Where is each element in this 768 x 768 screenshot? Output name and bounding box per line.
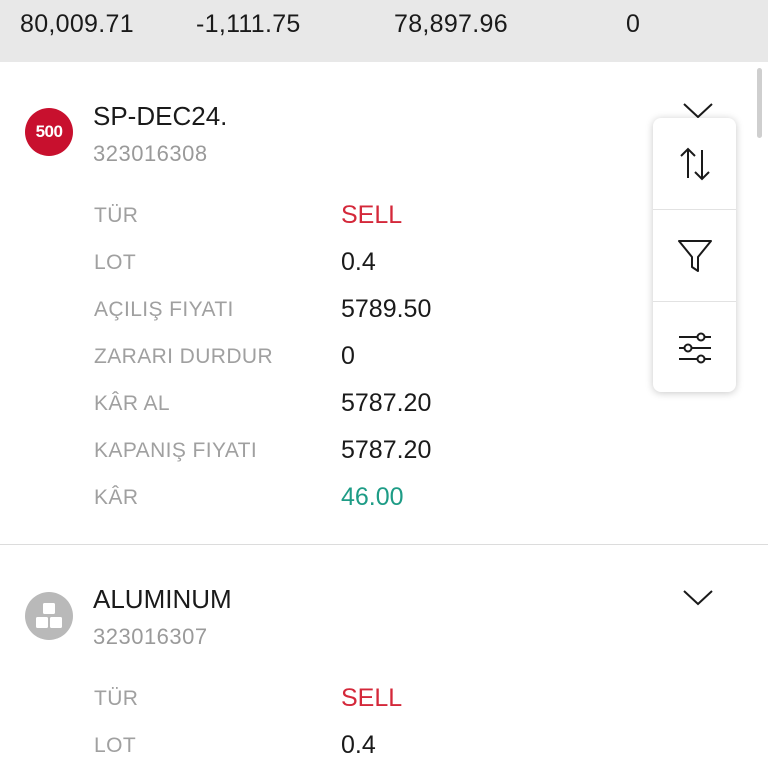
- row-value-profit: 46.00: [341, 483, 404, 511]
- row-value-lot: 0.4: [341, 731, 376, 759]
- row-value-type: SELL: [341, 201, 403, 229]
- row-label-lot: LOT: [94, 734, 137, 757]
- row-value-close-price: 5787.20: [341, 436, 432, 464]
- row-label-lot: LOT: [94, 251, 137, 274]
- summary-equity: 78,897.96: [394, 10, 508, 38]
- position-symbol: SP-DEC24.: [93, 101, 228, 131]
- chevron-down-icon[interactable]: [681, 587, 715, 609]
- row-label-take-profit: KÂR AL: [94, 392, 170, 415]
- settings-button[interactable]: [653, 302, 736, 393]
- position-ticket: 323016308: [93, 141, 208, 166]
- filter-button[interactable]: [653, 210, 736, 301]
- row-value-lot: 0.4: [341, 248, 376, 276]
- sp500-badge-icon: 500: [25, 108, 73, 156]
- row-label-stop-loss: ZARARI DURDUR: [94, 345, 274, 368]
- summary-balance: 80,009.71: [20, 10, 134, 38]
- row-label-close-price: KAPANIŞ FIYATI: [94, 439, 258, 462]
- position-ticket: 323016307: [93, 624, 208, 649]
- row-label-open-price: AÇILIŞ FIYATI: [94, 298, 234, 321]
- account-summary-bar: 80,009.71 -1,111.75 78,897.96 0: [0, 0, 768, 62]
- sliders-settings-icon: [678, 332, 711, 363]
- summary-profit-loss: -1,111.75: [196, 10, 301, 38]
- row-label-type: TÜR: [94, 687, 139, 710]
- row-value-stop-loss: 0: [341, 342, 355, 370]
- scrollbar[interactable]: [757, 68, 762, 138]
- position-symbol: ALUMINUM: [93, 584, 232, 614]
- row-label-type: TÜR: [94, 204, 139, 227]
- sort-arrows-icon: [679, 147, 710, 180]
- row-label-profit: KÂR: [94, 486, 139, 509]
- row-value-take-profit: 5787.20: [341, 389, 432, 417]
- row-value-type: SELL: [341, 684, 403, 712]
- filter-funnel-icon: [677, 239, 712, 272]
- position-card[interactable]: ALUMINUM 323016307 TÜR SELL LOT 0.4: [0, 545, 768, 768]
- row-value-open-price: 5789.50: [341, 295, 432, 323]
- summary-margin: 0: [626, 10, 641, 38]
- sort-button[interactable]: [653, 118, 736, 209]
- floating-action-menu: [653, 118, 736, 392]
- aluminum-cubes-icon: [25, 592, 73, 640]
